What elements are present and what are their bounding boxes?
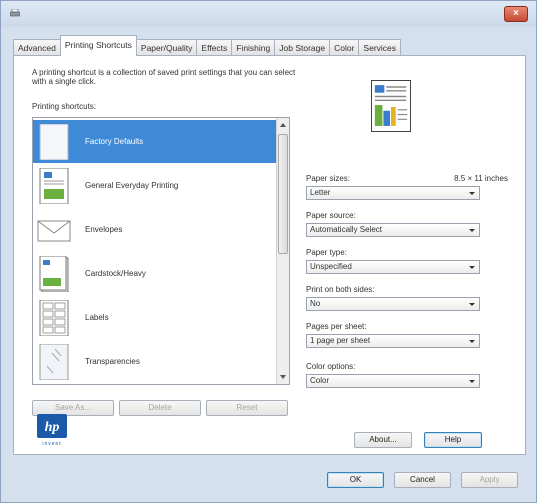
color-options-label: Color options:	[306, 362, 356, 371]
chevron-down-icon	[469, 229, 475, 232]
paper-source-value: Automatically Select	[310, 225, 383, 234]
close-button[interactable]: ×	[504, 6, 528, 22]
list-item-label: Labels	[85, 313, 109, 322]
printing-shortcuts-label: Printing shortcuts:	[32, 102, 97, 111]
cancel-button[interactable]: Cancel	[394, 472, 451, 488]
paper-dimensions-text: 8.5 × 11 inches	[454, 174, 508, 183]
delete-button[interactable]: Delete	[119, 400, 201, 416]
paper-source-select[interactable]: Automatically Select	[306, 223, 480, 237]
tab-effects[interactable]: Effects	[196, 39, 233, 56]
scroll-up-arrow-icon[interactable]	[280, 123, 286, 127]
shortcuts-scrollbar[interactable]	[276, 118, 289, 384]
print-both-sides-value: No	[310, 299, 321, 308]
print-both-sides-select[interactable]: No	[306, 297, 480, 311]
pages-per-sheet-select[interactable]: 1 page per sheet	[306, 334, 480, 348]
scroll-down-arrow-icon[interactable]	[280, 375, 286, 379]
description-line-2: with a single click.	[32, 77, 97, 86]
chevron-down-icon	[469, 192, 475, 195]
tab-job-storage[interactable]: Job Storage	[274, 39, 331, 56]
tab-paper-quality[interactable]: Paper/Quality	[135, 39, 198, 56]
transparency-icon	[39, 343, 69, 380]
print-both-sides-label: Print on both sides:	[306, 285, 375, 294]
hp-logo-text: hp	[45, 420, 60, 435]
tab-finishing[interactable]: Finishing	[231, 39, 276, 56]
list-item-cardstock-heavy[interactable]: Cardstock/Heavy	[33, 252, 277, 295]
printing-shortcuts-panel: A printing shortcut is a collection of s…	[13, 55, 526, 455]
paper-size-select[interactable]: Letter	[306, 186, 480, 200]
tab-printing-shortcuts[interactable]: Printing Shortcuts	[59, 35, 137, 56]
paper-type-value: Unspecified	[310, 262, 352, 271]
list-item-envelopes[interactable]: Envelopes	[33, 208, 277, 251]
page-preview-icon	[371, 80, 411, 132]
labels-sheet-icon	[39, 299, 69, 336]
tab-color[interactable]: Color	[329, 39, 360, 56]
paper-sizes-label: Paper sizes:	[306, 174, 351, 183]
paper-type-label: Paper type:	[306, 248, 347, 257]
scrollbar-thumb[interactable]	[278, 134, 288, 254]
envelope-icon	[37, 220, 71, 241]
list-item-transparencies[interactable]: Transparencies	[33, 340, 277, 383]
reset-button[interactable]: Reset	[206, 400, 288, 416]
list-item-label: Cardstock/Heavy	[85, 269, 146, 278]
description-line-1: A printing shortcut is a collection of s…	[32, 68, 296, 77]
chevron-down-icon	[469, 380, 475, 383]
tab-services[interactable]: Services	[358, 39, 402, 56]
help-button[interactable]: Help	[424, 432, 482, 448]
color-options-value: Color	[310, 376, 330, 385]
shortcuts-list[interactable]: Factory Defaults General Everyday Printi…	[32, 117, 290, 385]
about-button[interactable]: About...	[354, 432, 412, 448]
pages-per-sheet-label: Pages per sheet:	[306, 322, 367, 331]
cardstock-icon	[39, 255, 69, 292]
blank-page-icon	[39, 123, 69, 160]
shortcuts-description: A printing shortcut is a collection of s…	[32, 68, 362, 86]
title-bar: ×	[1, 1, 536, 27]
list-item-labels[interactable]: Labels	[33, 296, 277, 339]
apply-button[interactable]: Apply	[461, 472, 518, 488]
list-item-label: Transparencies	[85, 357, 140, 366]
document-page-icon	[39, 167, 69, 204]
tab-advanced[interactable]: Advanced	[13, 39, 61, 56]
list-item-label: General Everyday Printing	[85, 181, 179, 190]
ok-button[interactable]: OK	[327, 472, 384, 488]
list-item-label: Envelopes	[85, 225, 123, 234]
printer-properties-window: × Advanced Printing Shortcuts Paper/Qual…	[0, 0, 537, 503]
tab-strip: Advanced Printing Shortcuts Paper/Qualit…	[13, 35, 402, 56]
list-item-label: Factory Defaults	[85, 137, 144, 146]
paper-size-value: Letter	[310, 188, 331, 197]
list-item-general-everyday-printing[interactable]: General Everyday Printing	[33, 164, 277, 207]
hp-logo-subtext: invent	[42, 441, 61, 446]
pages-per-sheet-value: 1 page per sheet	[310, 336, 371, 345]
printer-icon	[10, 9, 20, 17]
paper-source-label: Paper source:	[306, 211, 356, 220]
paper-type-select[interactable]: Unspecified	[306, 260, 480, 274]
list-item-factory-defaults[interactable]: Factory Defaults	[33, 120, 277, 163]
color-options-select[interactable]: Color	[306, 374, 480, 388]
chevron-down-icon	[469, 266, 475, 269]
chevron-down-icon	[469, 303, 475, 306]
chevron-down-icon	[469, 340, 475, 343]
hp-logo: hp invent	[37, 414, 67, 446]
